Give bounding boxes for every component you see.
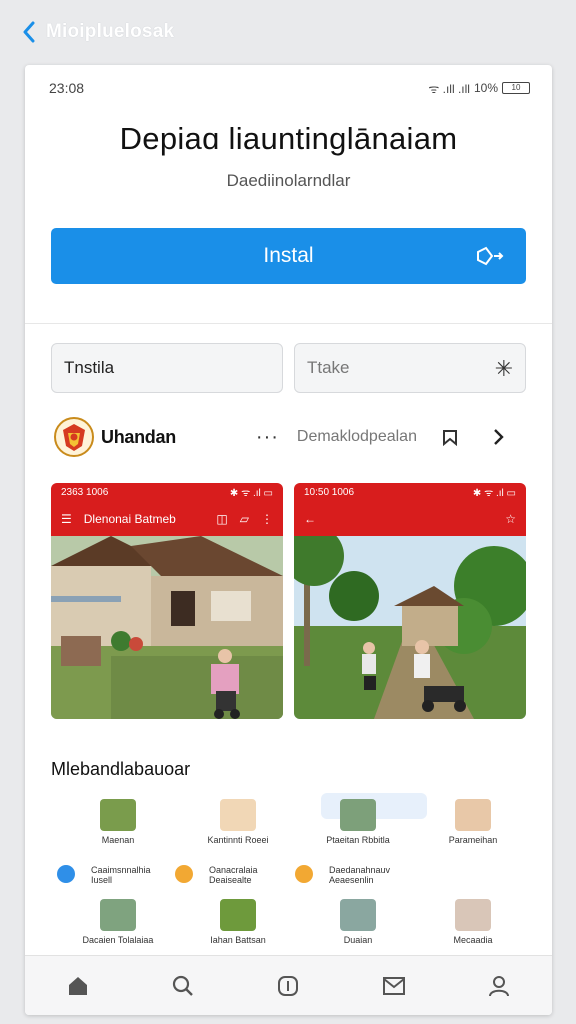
updates-icon[interactable] bbox=[268, 966, 308, 1006]
grid-item[interactable]: Ptaeitan Rbbitla bbox=[301, 799, 415, 853]
grid-item[interactable]: Maenan bbox=[61, 799, 175, 853]
grid-item[interactable]: Mecaadia bbox=[416, 899, 530, 953]
person-thumbnail bbox=[455, 799, 491, 831]
screenshot-1[interactable]: 2363 1006 ✱ ᯤ .ıl ▭ ☰ Dlenonai Batmeb ◫ … bbox=[51, 483, 283, 719]
grid-item-label: Oanacralaia Deaisealte bbox=[209, 865, 258, 885]
app-title: Depiaɑ liauntinglānaiam bbox=[119, 121, 458, 156]
people-thumbnail bbox=[220, 799, 256, 831]
install-arrow-icon bbox=[474, 244, 504, 268]
left-field[interactable]: Tnstila bbox=[51, 343, 283, 393]
grid-item[interactable]: Parameihan bbox=[416, 799, 530, 853]
group-thumbnail bbox=[340, 799, 376, 831]
status-icons: ᯤ .ıll .ıll 10% 10 bbox=[428, 80, 530, 97]
grid-item-label: Kantinnti Roeei bbox=[207, 835, 269, 845]
grid-item-label: Daedanahnauv Aeaesenlin bbox=[329, 865, 391, 885]
kebab-icon: ⋮ bbox=[261, 511, 273, 526]
install-label: Instal bbox=[263, 244, 314, 267]
mail-icon[interactable] bbox=[374, 966, 414, 1006]
section-title: Mlebandlabauoar bbox=[51, 759, 191, 779]
badge-icon bbox=[295, 865, 313, 883]
fruit-thumbnail bbox=[220, 899, 256, 931]
home-icon[interactable] bbox=[58, 966, 98, 1006]
grid-item-label: Parameihan bbox=[448, 835, 498, 845]
feature-grid: Maenan Kantinnti Roeei Ptaeitan Rbbitla … bbox=[51, 791, 526, 961]
grid-item-label: Ptaeitan Rbbitla bbox=[326, 835, 390, 845]
food-thumbnail bbox=[100, 799, 136, 831]
developer-logo-icon bbox=[53, 416, 95, 458]
app-detail-card: 23:08 ᯤ .ıll .ıll 10% 10 Depiaɑ liauntin… bbox=[25, 65, 552, 1015]
bottom-tab-bar bbox=[25, 955, 552, 1015]
grid-item[interactable]: Iahan Battsan bbox=[181, 899, 295, 953]
grid-item bbox=[409, 861, 523, 889]
top-nav-bar: Mioipluelosak bbox=[0, 0, 576, 64]
install-button[interactable]: Instal bbox=[51, 228, 526, 284]
status-time: 23:08 bbox=[49, 80, 85, 96]
developer-row: Uhandan ··· Demaklodpealan bbox=[53, 415, 542, 459]
screenshot-status-icons: ✱ ᯤ .ıl ▭ bbox=[472, 488, 516, 499]
chevron-right-icon[interactable] bbox=[491, 428, 505, 446]
grid-item-label: Dacaien Tolalaiaa bbox=[82, 935, 154, 945]
grid-item[interactable]: Oanacralaia Deaisealte bbox=[169, 861, 283, 889]
group-thumbnail bbox=[340, 899, 376, 931]
grid-item-label: Mecaadia bbox=[453, 935, 493, 945]
screenshot-status-icons: ✱ ᯤ .ıl ▭ bbox=[229, 488, 273, 499]
grid-item[interactable]: Kantinnti Roeei bbox=[181, 799, 295, 853]
star-icon: ☆ bbox=[505, 511, 516, 526]
divider bbox=[25, 323, 552, 324]
asterisk-icon[interactable]: ✳ bbox=[495, 356, 513, 382]
status-bar: 23:08 ᯤ .ıll .ıll 10% 10 bbox=[49, 79, 530, 97]
screenshot-status-bar: 10:50 1006 ✱ ᯤ .ıl ▭ bbox=[294, 483, 526, 501]
search-icon[interactable] bbox=[163, 966, 203, 1006]
app-icon bbox=[57, 865, 75, 883]
battery-icon: 10 bbox=[502, 82, 530, 94]
chat-icon: ◫ bbox=[216, 511, 228, 526]
village-house-photo bbox=[51, 536, 283, 719]
grid-item-label: Caaimsnnalhia Iusell bbox=[91, 865, 151, 885]
bookmark-icon[interactable] bbox=[441, 428, 459, 447]
battery-percent: 10% bbox=[473, 81, 498, 95]
more-options-icon[interactable]: ··· bbox=[256, 426, 279, 449]
grid-item[interactable]: Daedanahnauv Aeaesenlin bbox=[289, 861, 403, 889]
grid-item-label: Iahan Battsan bbox=[210, 935, 266, 945]
signal-icon: ᯤ .ıll .ıll bbox=[428, 81, 470, 96]
left-field-value: Tnstila bbox=[64, 358, 115, 377]
right-field[interactable]: Ttake ✳ bbox=[294, 343, 526, 393]
screenshot-app-bar: ← ☆ bbox=[294, 501, 526, 536]
screenshot-time: 2363 1006 bbox=[61, 486, 109, 498]
profile-icon[interactable] bbox=[479, 966, 519, 1006]
chevron-left-icon[interactable] bbox=[22, 20, 42, 44]
coin-icon bbox=[175, 865, 193, 883]
grid-item-label: Maenan bbox=[101, 835, 135, 845]
folder-icon: ▱ bbox=[239, 511, 249, 526]
grid-item[interactable]: Dacaien Tolalaiaa bbox=[61, 899, 175, 953]
screenshot-2[interactable]: 10:50 1006 ✱ ᯤ .ıl ▭ ← ☆ bbox=[294, 483, 526, 719]
screenshot-title: Dlenonai Batmeb bbox=[83, 511, 176, 526]
developer-link[interactable]: Demaklodpealan bbox=[297, 428, 417, 446]
village-thumbnail bbox=[100, 899, 136, 931]
screenshot-app-bar: ☰ Dlenonai Batmeb ◫ ▱ ⋮ bbox=[51, 501, 283, 536]
nav-title: Mioipluelosak bbox=[46, 21, 175, 42]
screenshot-status-bar: 2363 1006 ✱ ᯤ .ıl ▭ bbox=[51, 483, 283, 501]
grid-item-label: Duaian bbox=[343, 935, 373, 945]
arrow-left-icon: ← bbox=[304, 511, 316, 526]
village-path-photo bbox=[294, 536, 526, 719]
grid-item[interactable]: Duaian bbox=[301, 899, 415, 953]
right-field-value: Ttake bbox=[307, 358, 350, 377]
grid-item[interactable]: Caaimsnnalhia Iusell bbox=[51, 861, 165, 889]
menu-icon: ☰ bbox=[61, 511, 72, 526]
portrait-thumbnail bbox=[455, 899, 491, 931]
app-subtitle: Daediinolarndlar bbox=[226, 171, 351, 190]
developer-name[interactable]: Uhandan bbox=[101, 427, 176, 448]
screenshot-time: 10:50 1006 bbox=[304, 486, 355, 498]
